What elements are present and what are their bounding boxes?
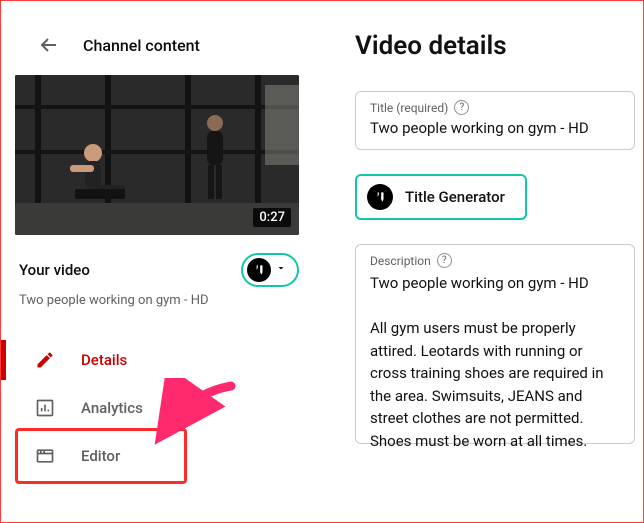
description-field-label: Description bbox=[370, 254, 431, 268]
page-title: Video details bbox=[355, 31, 643, 61]
tubebuddy-logo-icon bbox=[367, 184, 393, 210]
description-field[interactable]: Description ? Two people working on gym … bbox=[355, 244, 635, 444]
editor-icon bbox=[33, 444, 57, 468]
title-field-label: Title (required) bbox=[370, 101, 448, 115]
analytics-icon bbox=[33, 396, 57, 420]
video-duration-badge: 0:27 bbox=[253, 208, 291, 227]
title-field[interactable]: Title (required) ? Two people working on… bbox=[355, 91, 635, 150]
channel-content-title: Channel content bbox=[83, 36, 200, 55]
back-arrow-icon[interactable] bbox=[37, 33, 61, 57]
title-field-value[interactable]: Two people working on gym - HD bbox=[370, 119, 620, 137]
title-generator-label: Title Generator bbox=[405, 188, 505, 206]
pencil-icon bbox=[33, 348, 57, 372]
side-nav: Details Analytics Editor bbox=[1, 336, 313, 480]
nav-item-editor[interactable]: Editor bbox=[1, 432, 313, 480]
nav-item-label: Editor bbox=[81, 447, 120, 465]
your-video-subtitle: Two people working on gym - HD bbox=[1, 287, 313, 308]
right-pane: Video details Title (required) ? Two peo… bbox=[313, 1, 643, 522]
title-generator-button[interactable]: Title Generator bbox=[355, 174, 527, 220]
chevron-down-icon bbox=[275, 262, 287, 278]
description-field-value[interactable]: Two people working on gym - HD All gym u… bbox=[370, 272, 620, 452]
nav-item-label: Details bbox=[81, 351, 127, 369]
left-pane: Channel content bbox=[1, 1, 313, 522]
nav-item-label: Analytics bbox=[81, 399, 143, 417]
tubebuddy-dropdown[interactable] bbox=[241, 253, 299, 287]
help-icon[interactable]: ? bbox=[454, 100, 469, 115]
nav-item-analytics[interactable]: Analytics bbox=[1, 384, 313, 432]
video-thumbnail[interactable]: 0:27 bbox=[15, 75, 299, 235]
your-video-label: Your video bbox=[19, 261, 90, 279]
nav-item-details[interactable]: Details bbox=[1, 336, 313, 384]
tubebuddy-logo-icon bbox=[247, 258, 271, 282]
help-icon[interactable]: ? bbox=[437, 253, 452, 268]
